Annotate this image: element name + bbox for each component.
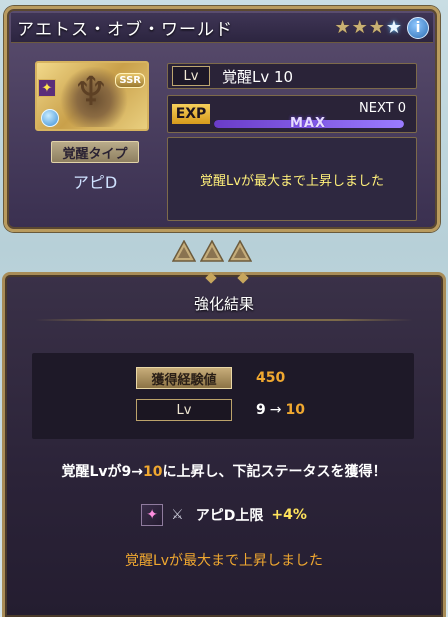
bonus-label: アピD上限	[195, 508, 264, 524]
summary-to: 10	[143, 464, 163, 480]
orb-icon	[41, 109, 59, 127]
rarity-badge: SSR	[115, 73, 145, 88]
bonus-row: ✦ ⚔ アピD上限 +4%	[5, 504, 443, 526]
awakening-type-label: 覚醒タイプ	[51, 141, 139, 163]
lv-tag: Lv	[172, 66, 210, 86]
level-from: 9	[256, 402, 266, 418]
enhancement-result-panel: 強化結果 獲得経験値 450 Lv 9 → 10 覚醒Lvが9→10に上昇し、下…	[2, 272, 446, 617]
triangle-icon	[227, 239, 253, 262]
exp-box: EXP NEXT 0 MAX	[167, 95, 417, 133]
level-label: Lv	[136, 399, 232, 421]
divider-ornaments	[171, 239, 253, 262]
star-icon: ★	[368, 16, 385, 38]
max-label: MAX	[290, 116, 327, 131]
result-stats-box: 獲得経験値 450 Lv 9 → 10	[32, 353, 414, 439]
result-summary: 覚醒Lvが9→10に上昇し、下記ステータスを獲得！	[5, 461, 443, 481]
exp-tag: EXP	[172, 104, 210, 124]
sun-icon: ✦	[38, 79, 56, 97]
star-icon: ★	[385, 16, 402, 38]
footer-message: 覚醒Lvが最大まで上昇しました	[124, 553, 324, 569]
next-exp-text: NEXT 0	[359, 101, 406, 116]
exp-gained-value: 450	[256, 370, 286, 386]
title-bar: アエトス・オブ・ワールド ★ ★ ★ ★ i	[11, 13, 433, 43]
summary-prefix: 覚醒Lvが	[61, 464, 122, 480]
summon-detail-card: アエトス・オブ・ワールド ★ ★ ★ ★ i ♆ ✦ SSR 覚醒タイプ アピD…	[4, 6, 440, 232]
awakening-level-box: Lv 覚醒Lv 10	[167, 63, 417, 89]
sparkle-icon: ✦	[141, 504, 164, 526]
level-change-row: Lv 9 → 10	[136, 399, 305, 421]
star-icon: ★	[334, 16, 351, 38]
awakening-message-box: 覚醒Lvが最大まで上昇しました	[167, 137, 417, 221]
awakening-type-value: アピD	[72, 173, 118, 192]
summary-suffix: に上昇し、下記ステータスを獲得！	[162, 464, 387, 480]
eagle-icon: ♆	[73, 69, 109, 115]
frame-ornament	[187, 272, 267, 284]
uncap-stars: ★ ★ ★ ★ i	[334, 16, 433, 39]
arrow-right-icon: →	[269, 402, 282, 418]
star-icon: ★	[351, 16, 368, 38]
triangle-icon	[199, 239, 225, 262]
summon-name: アエトス・オブ・ワールド	[17, 20, 233, 40]
sword-icon: ⚔	[171, 507, 184, 523]
result-title: 強化結果	[193, 295, 254, 313]
triangle-icon	[171, 239, 197, 262]
title-divider	[35, 319, 413, 321]
info-button[interactable]: i	[407, 16, 429, 39]
bonus-value: +4%	[271, 507, 307, 523]
awakening-level-value: 覚醒Lv 10	[222, 67, 294, 86]
summon-thumbnail[interactable]: ♆ ✦ SSR	[35, 61, 149, 131]
exp-gained-row: 獲得経験値 450	[136, 367, 285, 389]
level-to: 10	[285, 402, 305, 418]
exp-gained-label: 獲得経験値	[136, 367, 232, 389]
summary-from: 9→	[121, 464, 144, 480]
awakening-message: 覚醒Lvが最大まで上昇しました	[200, 173, 384, 189]
